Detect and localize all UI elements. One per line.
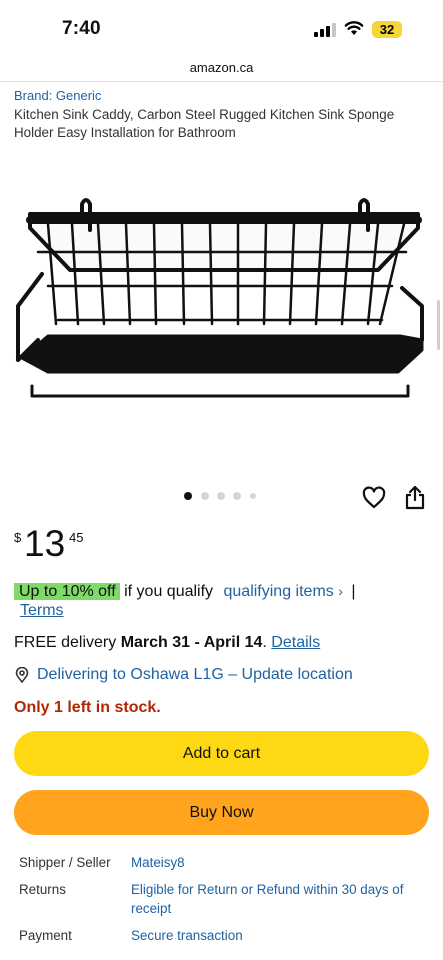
product-title: Kitchen Sink Caddy, Carbon Steel Rugged … <box>14 107 395 140</box>
product-image[interactable] <box>8 190 432 410</box>
carousel-dot[interactable] <box>217 492 225 500</box>
separator: | <box>351 583 356 600</box>
url-bar[interactable]: amazon.ca <box>0 60 443 75</box>
cellular-signal-icon <box>314 23 336 37</box>
wifi-icon <box>344 21 364 41</box>
payment-label: Payment <box>19 928 72 943</box>
heart-icon[interactable] <box>362 486 386 510</box>
terms-link[interactable]: Terms <box>20 602 64 620</box>
promo-row: Up to 10% off if you qualify qualifying … <box>14 580 434 603</box>
carousel-dot[interactable] <box>201 492 209 500</box>
returns-link[interactable]: Eligible for Return or Refund within 30 … <box>131 880 427 918</box>
shipper-label: Shipper / Seller <box>19 855 111 870</box>
qualifying-items-label[interactable]: qualifying items <box>224 583 334 600</box>
battery-indicator: 32 <box>372 21 402 38</box>
carousel-dot[interactable] <box>250 493 256 499</box>
buy-now-button[interactable]: Buy Now <box>14 790 429 835</box>
location-pin-icon <box>14 666 30 684</box>
stock-status: Only 1 left in stock. <box>14 699 161 716</box>
delivery-prefix: FREE delivery <box>14 634 117 651</box>
price-currency: $ <box>14 530 22 545</box>
delivery-suffix: . <box>262 634 267 651</box>
chevron-right-icon: › <box>338 583 343 599</box>
status-bar: 7:40 32 <box>0 0 443 56</box>
delivery-details-link[interactable]: Details <box>271 634 320 651</box>
status-time: 7:40 <box>62 18 101 39</box>
promo-text: if you qualify <box>124 583 214 600</box>
delivery-dates: March 31 - April 14 <box>120 634 263 651</box>
returns-label: Returns <box>19 882 66 897</box>
price-whole: 13 <box>24 523 66 564</box>
seller-link[interactable]: Mateisy8 <box>131 853 427 872</box>
scrollbar[interactable] <box>437 300 440 350</box>
add-to-cart-button[interactable]: Add to cart <box>14 731 429 776</box>
carousel-dot[interactable] <box>233 492 241 500</box>
price-fraction: 45 <box>69 530 84 545</box>
delivery-info: FREE delivery March 31 - April 14. Detai… <box>14 632 320 654</box>
brand-link[interactable]: Brand: Generic <box>14 88 101 103</box>
divider <box>0 81 443 82</box>
share-icon[interactable] <box>404 484 426 510</box>
payment-link[interactable]: Secure transaction <box>131 926 427 945</box>
carousel-dot-active[interactable] <box>184 492 192 500</box>
qualifying-items-link[interactable]: qualifying items › <box>224 583 343 600</box>
promo-badge: Up to 10% off <box>14 583 120 600</box>
delivery-location-text[interactable]: Delivering to Oshawa L1G – Update locati… <box>37 664 353 686</box>
